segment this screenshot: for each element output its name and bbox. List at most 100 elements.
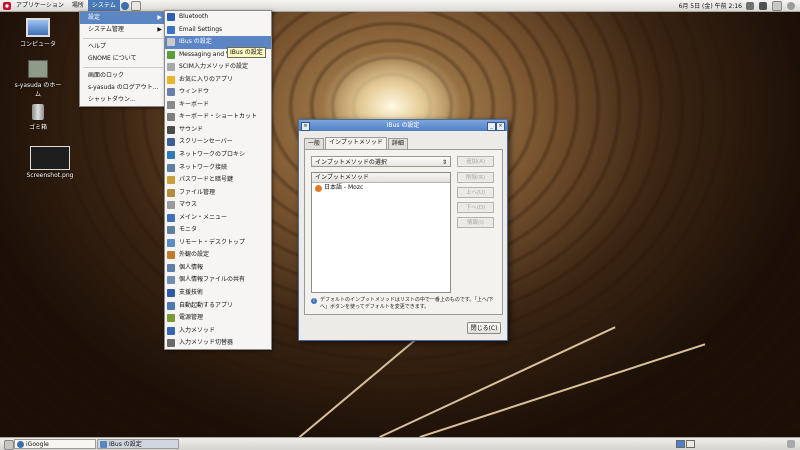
taskbar-button-ibus[interactable]: IBus の設定 — [97, 439, 179, 449]
desktop-icon-label: Screenshot.png — [26, 172, 74, 179]
desktop-icon-screenshot[interactable]: Screenshot.png — [25, 146, 75, 179]
preference-app-icon — [167, 339, 175, 348]
preference-app-icon — [167, 125, 175, 134]
preferences-menu-item[interactable]: パスワードと暗号鍵 — [165, 174, 271, 187]
preferences-menu-item[interactable]: ウィンドウ — [165, 86, 271, 99]
preferences-menu-item[interactable]: モニタ — [165, 224, 271, 237]
preferences-menu-item[interactable]: お気に入りのアプリ — [165, 74, 271, 87]
tab-general[interactable]: 一般 — [304, 138, 325, 149]
preferences-menu-item[interactable]: 入力メソッド — [165, 325, 271, 338]
system-menu-item-lock-screen[interactable]: 画面のロック — [80, 70, 166, 82]
panel-right: 6月 5日 (金) 午前 2:16 — [679, 0, 800, 11]
minimize-icon[interactable]: _ — [487, 122, 496, 131]
show-desktop-icon[interactable] — [4, 440, 14, 450]
document-launcher-icon[interactable] — [130, 0, 141, 11]
preference-app-icon — [167, 176, 175, 185]
applications-menu[interactable]: アプリケーション — [12, 0, 68, 11]
list-column-header[interactable]: インプットメソッド — [312, 173, 450, 183]
submenu-arrow-icon: ▶ — [157, 26, 162, 33]
workspace-2[interactable] — [686, 440, 695, 448]
preferences-menu-item[interactable]: 電源管理 — [165, 312, 271, 325]
desktop-icon-computer[interactable]: コンピュータ — [13, 18, 63, 48]
preferences-menu-item[interactable]: 自動起動するアプリ — [165, 300, 271, 313]
menu-item-label: マウス — [179, 201, 198, 209]
system-menu[interactable]: システム — [87, 0, 120, 11]
system-menu-item-logout[interactable]: s-yasuda のログアウト... — [80, 82, 166, 94]
input-method-select[interactable]: インプットメソッドの選択 ⇕ — [311, 156, 451, 167]
info-button[interactable]: 情報(I) — [457, 217, 494, 228]
remove-button[interactable]: 削除(R) — [457, 172, 494, 183]
dialog-titlebar[interactable]: ≡ IBus の設定 _ × — [299, 120, 507, 131]
tab-advanced[interactable]: 詳細 — [387, 138, 408, 149]
preferences-menu-item[interactable]: キーボード — [165, 99, 271, 112]
menu-item-label: IBus の設定 — [179, 38, 212, 46]
tab-bar: 一般 インプットメソッド 詳細 — [304, 137, 409, 149]
system-menu-item-about-gnome[interactable]: GNOME について — [80, 53, 166, 65]
preferences-menu-item[interactable]: 支援技術 — [165, 287, 271, 300]
desktop-icon-trash[interactable]: ゴミ箱 — [13, 104, 63, 131]
debian-logo-icon[interactable] — [3, 1, 11, 10]
system-menu-item-shutdown[interactable]: シャットダウン... — [80, 94, 166, 106]
datetime-clock[interactable]: 6月 5日 (金) 午前 2:16 — [679, 1, 742, 10]
workspace-1[interactable] — [676, 440, 685, 448]
preferences-menu-item[interactable]: 外観の設定 — [165, 249, 271, 262]
tab-input-method[interactable]: インプットメソッド — [325, 137, 387, 149]
preferences-menu-item[interactable]: Email Settings — [165, 24, 271, 37]
window-menu-icon[interactable]: ≡ — [301, 122, 310, 131]
rail-line — [419, 343, 706, 438]
info-note: i デフォルトのインプットメソッドはリストの中で一番上のものです。「上へ/下へ」… — [311, 297, 496, 311]
preferences-menu-item[interactable]: ネットワーク接続 — [165, 162, 271, 175]
trash-applet-icon[interactable] — [787, 440, 795, 448]
close-icon[interactable]: × — [496, 122, 505, 131]
home-folder-icon — [28, 60, 48, 78]
taskbar-button-igoogle[interactable]: iGoogle — [14, 439, 96, 449]
system-menu-item-help[interactable]: ヘルプ — [80, 41, 166, 53]
preference-app-icon — [167, 13, 175, 21]
preferences-menu-item[interactable]: メイン・メニュー — [165, 212, 271, 225]
preference-app-icon — [167, 138, 175, 147]
menu-item-label: Email Settings — [179, 25, 223, 33]
menu-item-label: キーボード・ショートカット — [179, 113, 258, 121]
browser-launcher-icon[interactable] — [120, 1, 129, 10]
preferences-menu-item[interactable]: ネットワークのプロキシ — [165, 149, 271, 162]
preference-app-icon — [167, 301, 175, 310]
add-button[interactable]: 追加(A) — [457, 156, 494, 167]
preferences-menu-item[interactable]: リモート・デスクトップ — [165, 237, 271, 250]
tab-panel-input-method: インプットメソッドの選択 ⇕ 追加(A) 削除(R) 上へ(U) 下へ(D) 情… — [304, 149, 503, 315]
menu-item-label: パスワードと暗号鍵 — [179, 176, 234, 184]
system-menu-item-administration[interactable]: システム管理 ▶ — [80, 24, 166, 36]
volume-icon[interactable] — [759, 1, 767, 10]
menu-item-label: 入力メソッド切替器 — [179, 339, 234, 347]
preferences-menu-item[interactable]: ファイル管理 — [165, 187, 271, 200]
close-button[interactable]: 閉じる(C) — [467, 322, 501, 334]
menu-item-label: 個人情報ファイルの共有 — [179, 276, 246, 284]
preferences-menu-item[interactable]: キーボード・ショートカット — [165, 111, 271, 124]
list-item[interactable]: 日本語 - Mozc — [312, 183, 450, 193]
preferences-menu-item[interactable]: サウンド — [165, 124, 271, 137]
move-up-button[interactable]: 上へ(U) — [457, 187, 494, 198]
preferences-menu-item[interactable]: 入力メソッド切替器 — [165, 337, 271, 350]
task-label: IBus の設定 — [109, 441, 142, 448]
preferences-menu-item[interactable]: Bluetooth — [165, 11, 271, 24]
preferences-menu-item[interactable]: SCIM入力メソッドの設定 — [165, 61, 271, 74]
rail-line — [379, 326, 616, 438]
move-down-button[interactable]: 下へ(D) — [457, 202, 494, 213]
power-icon[interactable] — [787, 1, 795, 10]
network-icon[interactable] — [746, 1, 754, 10]
system-menu-dropdown: 設定 ▶ システム管理 ▶ ヘルプ GNOME について 画面のロック s-yasu… — [79, 11, 167, 107]
desktop-icon-label: コンピュータ — [19, 41, 56, 48]
desktop-icon-home[interactable]: s-yasuda のホーム — [13, 60, 63, 98]
menu-item-label: お気に入りのアプリ — [179, 75, 234, 83]
keyboard-icon[interactable] — [772, 0, 782, 11]
preferences-menu-item[interactable]: スクリーンセーバー — [165, 136, 271, 149]
preferences-menu-item[interactable]: 個人情報 — [165, 262, 271, 275]
places-menu[interactable]: 場所 — [68, 0, 88, 11]
preference-app-icon — [167, 88, 175, 97]
preferences-menu-item[interactable]: マウス — [165, 199, 271, 212]
desktop-icon-label: ゴミ箱 — [28, 124, 47, 131]
menu-item-label: スクリーンセーバー — [179, 138, 233, 146]
input-method-list[interactable]: インプットメソッド 日本語 - Mozc — [311, 172, 451, 293]
preferences-menu-item[interactable]: 個人情報ファイルの共有 — [165, 274, 271, 287]
system-menu-item-preferences[interactable]: 設定 ▶ — [80, 12, 166, 24]
menu-item-label: 画面のロック — [88, 72, 125, 79]
